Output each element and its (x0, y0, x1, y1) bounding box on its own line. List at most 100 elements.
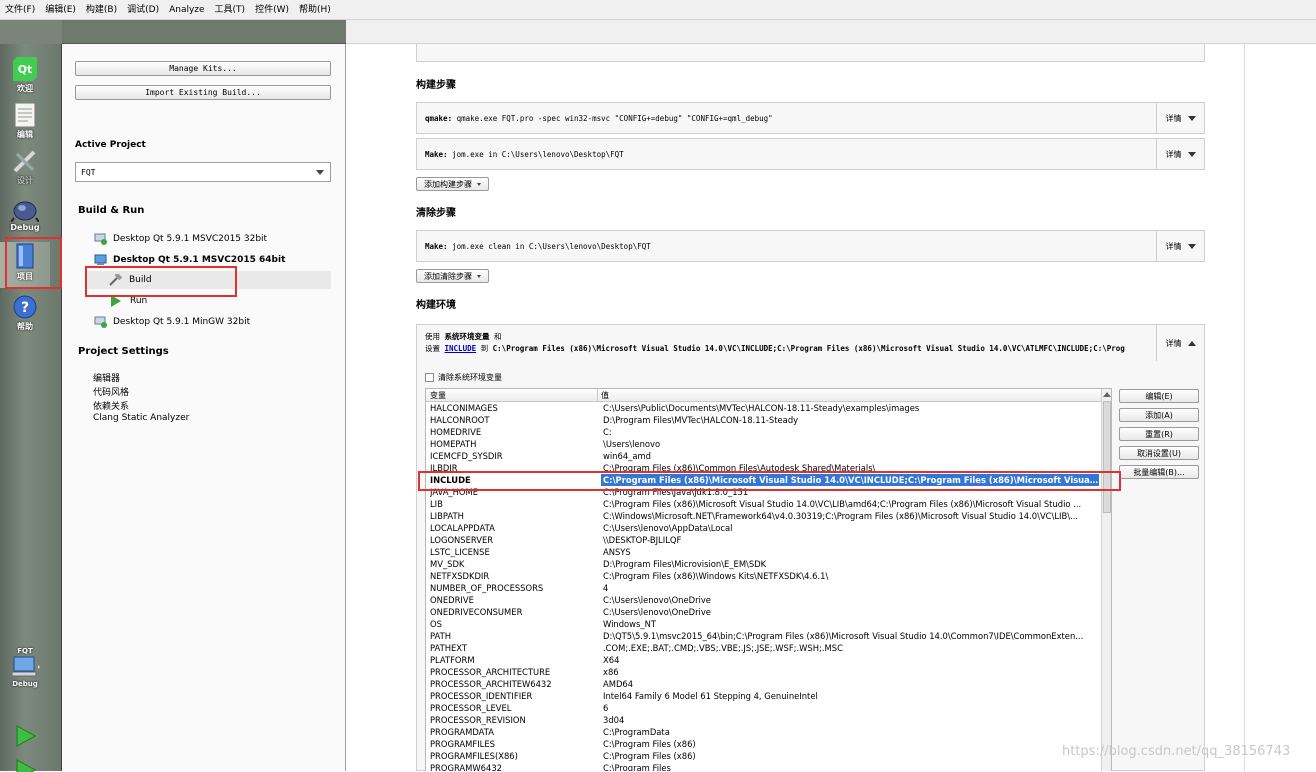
menu-help[interactable]: 帮助(H) (294, 0, 336, 20)
env-summary-line1: 使用 系统环境变量 和 (425, 331, 1157, 342)
table-row[interactable]: PROGRAMW6432 C:\Program Files (426, 762, 1102, 771)
table-row[interactable]: HALCONIMAGES C:\Users\Public\Documents\MV… (426, 402, 1102, 414)
make-step[interactable]: Make: jom.exe in C:\Users\lenovo\Desktop… (416, 138, 1205, 170)
table-row[interactable]: PROCESSOR_IDENTIFIER Intel64 Family 6 Mod… (426, 690, 1102, 702)
table-row[interactable]: PATH D:\QT5\5.9.1\msvc2015_64\bin;C:\Prog… (426, 630, 1102, 642)
import-build-button[interactable]: Import Existing Build... (75, 85, 331, 100)
table-row[interactable]: PROCESSOR_ARCHITEW6432 AMD64 (426, 678, 1102, 690)
svg-text:Qt: Qt (18, 63, 33, 76)
env-unset-button[interactable]: 取消设置(U) (1119, 446, 1199, 460)
kit-build-item[interactable]: Build (86, 271, 331, 289)
clear-system-env-label: 清除系统环境变量 (438, 373, 502, 382)
env-and-text: 和 (494, 332, 502, 341)
variable-name: PROGRAMDATA (430, 727, 494, 737)
table-row[interactable]: HOMEPATH \Users\lenovo (426, 438, 1102, 450)
menu-tools[interactable]: 工具(T) (210, 0, 251, 20)
scroll-up-icon[interactable] (1103, 392, 1111, 397)
mode-help[interactable]: ? 帮助 (0, 294, 50, 340)
add-build-step-label: 添加构建步骤 (424, 179, 472, 189)
table-row[interactable]: LSTC_LICENSE ANSYS (426, 546, 1102, 558)
table-row[interactable]: INCLUDE C:\Program Files (x86)\Microsoft … (426, 474, 1102, 486)
mode-design[interactable]: 设计 (0, 148, 50, 194)
run-button[interactable] (0, 724, 50, 752)
table-row[interactable]: LOCALAPPDATA C:\Users\lenovo\AppData\Loca… (426, 522, 1102, 534)
env-variable-table[interactable]: 变量 值 HALCONIMAGES C:\Users\Public\Documen… (425, 388, 1112, 771)
kit-msvc2015-32bit[interactable]: Desktop Qt 5.9.1 MSVC2015 32bit (94, 230, 331, 248)
menu-build[interactable]: 构建(B) (81, 0, 122, 20)
menu-file[interactable]: 文件(F) (0, 0, 40, 20)
table-row[interactable]: ICEMCFD_SYSDIR win64_amd (426, 450, 1102, 462)
table-row[interactable]: LIBPATH C:\Windows\Microsoft.NET\Framewor… (426, 510, 1102, 522)
settings-dependencies[interactable]: 依赖关系 (93, 399, 129, 412)
add-clean-step-button[interactable]: 添加清除步骤 (416, 269, 489, 283)
kit-mingw-32bit[interactable]: Desktop Qt 5.9.1 MinGW 32bit (94, 313, 331, 331)
settings-editor[interactable]: 编辑器 (93, 371, 120, 384)
env-include-link[interactable]: INCLUDE (445, 344, 477, 353)
table-row[interactable]: PROGRAMDATA C:\ProgramData (426, 726, 1102, 738)
add-build-step-button[interactable]: 添加构建步骤 (416, 177, 489, 191)
table-row[interactable]: PROCESSOR_ARCHITECTURE x86 (426, 666, 1102, 678)
table-row[interactable]: LOGONSERVER \\DESKTOP-BJLILQF (426, 534, 1102, 546)
table-row[interactable]: HALCONROOT D:\Program Files\MVTec\HALCON-… (426, 414, 1102, 426)
table-row[interactable]: PROGRAMFILES(X86) C:\Program Files (x86) (426, 750, 1102, 762)
table-row[interactable]: ILBDIR C:\Program Files (x86)\Common File… (426, 462, 1102, 474)
scrollbar-thumb[interactable] (1103, 401, 1111, 513)
active-project-combo[interactable]: FQT (75, 162, 331, 182)
clean-step[interactable]: Make: jom.exe clean in C:\Users\lenovo\D… (416, 230, 1205, 262)
table-row[interactable]: MV_SDK D:\Program Files\Microvision\E_EM\… (426, 558, 1102, 570)
table-row[interactable]: PROCESSOR_LEVEL 6 (426, 702, 1102, 714)
column-value[interactable]: 值 (601, 390, 609, 401)
variable-value: C:\Program Files (x86)\Microsoft Visual … (603, 499, 1082, 509)
checkbox-box[interactable] (425, 373, 434, 382)
env-add-button[interactable]: 添加(A) (1119, 408, 1199, 422)
env-reset-button[interactable]: 重置(R) (1119, 427, 1199, 441)
variable-value: C:\Users\Public\Documents\MVTec\HALCON-1… (603, 403, 920, 413)
mode-debug[interactable]: Debug (0, 198, 50, 244)
table-row[interactable]: NUMBER_OF_PROCESSORS 4 (426, 582, 1102, 594)
mode-welcome[interactable]: Qt 欢迎 (0, 56, 50, 102)
table-scrollbar[interactable] (1101, 389, 1111, 771)
table-row[interactable]: ONEDRIVE C:\Users\lenovo\OneDrive (426, 594, 1102, 606)
menu-widgets[interactable]: 控件(W) (250, 0, 294, 20)
mode-bar-top (0, 20, 62, 44)
mode-projects[interactable]: 项目 (0, 242, 50, 288)
target-selector[interactable]: FQT Debug (0, 646, 50, 710)
kit-run-item[interactable]: Run (110, 292, 331, 310)
clear-system-env-checkbox[interactable]: 清除系统环境变量 (425, 372, 502, 383)
table-body: HALCONIMAGES C:\Users\Public\Documents\MV… (426, 402, 1102, 771)
table-row[interactable]: PATHEXT .COM;.EXE;.BAT;.CMD;.VBS;.VBE;.JS… (426, 642, 1102, 654)
variable-name: PROCESSOR_REVISION (430, 715, 526, 725)
menu-edit[interactable]: 编辑(E) (40, 0, 81, 20)
mode-edit[interactable]: 编辑 (0, 102, 50, 148)
settings-code-style[interactable]: 代码风格 (93, 385, 129, 398)
qmake-details-button[interactable]: 详情 (1156, 103, 1204, 134)
variable-value: X64 (603, 655, 620, 665)
table-row[interactable]: NETFXSDKDIR C:\Program Files (x86)\Window… (426, 570, 1102, 582)
table-row[interactable]: JAVA_HOME C:\Program Files\Java\jdk1.8.0_… (426, 486, 1102, 498)
table-row[interactable]: LIB C:\Program Files (x86)\Microsoft Visu… (426, 498, 1102, 510)
settings-clang-analyzer[interactable]: Clang Static Analyzer (93, 413, 189, 423)
monitor-icon (94, 254, 107, 265)
table-row[interactable]: HOMEDRIVE C: (426, 426, 1102, 438)
table-row[interactable]: PLATFORM X64 (426, 654, 1102, 666)
table-row[interactable]: PROCESSOR_REVISION 3d04 (426, 714, 1102, 726)
manage-kits-button[interactable]: Manage Kits... (75, 61, 331, 76)
menu-debug[interactable]: 调试(D) (122, 0, 164, 20)
menu-analyze[interactable]: Analyze (164, 0, 209, 20)
table-row[interactable]: ONEDRIVECONSUMER C:\Users\lenovo\OneDrive (426, 606, 1102, 618)
env-batch-edit-button[interactable]: 批量编辑(B)... (1119, 465, 1199, 479)
kit-label: Desktop Qt 5.9.1 MinGW 32bit (113, 317, 251, 327)
clean-details-button[interactable]: 详情 (1156, 231, 1204, 262)
kit-msvc2015-64bit[interactable]: Desktop Qt 5.9.1 MSVC2015 64bit (94, 251, 331, 269)
make-details-button[interactable]: 详情 (1156, 139, 1204, 170)
env-details-button[interactable]: 详情 (1156, 325, 1204, 361)
table-row[interactable]: OS Windows_NT (426, 618, 1102, 630)
page-scroll-area[interactable] (1244, 44, 1316, 771)
table-row[interactable]: PROGRAMFILES C:\Program Files (x86) (426, 738, 1102, 750)
variable-name: ONEDRIVE (430, 595, 474, 605)
hammer-icon (109, 274, 122, 286)
debug-run-button[interactable] (0, 758, 50, 772)
column-variable[interactable]: 变量 (430, 390, 446, 401)
qmake-step[interactable]: qmake: qmake.exe FQT.pro -spec win32-msv… (416, 102, 1205, 134)
env-edit-button[interactable]: 编辑(E) (1119, 389, 1199, 403)
